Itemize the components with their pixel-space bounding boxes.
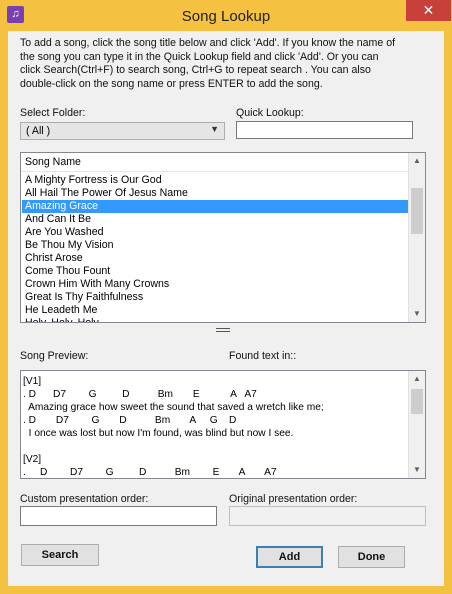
scroll-down-arrow-icon[interactable]: ▼	[409, 306, 425, 322]
title-bar[interactable]: ♫ Song Lookup ✕	[0, 0, 452, 31]
song-list-item[interactable]: He Leadeth Me	[22, 304, 408, 317]
quick-lookup-label: Quick Lookup:	[236, 107, 304, 119]
instructions-text: To add a song, click the song title belo…	[20, 37, 396, 90]
add-button[interactable]: Add	[256, 546, 323, 568]
song-list-item[interactable]: Great Is Thy Faithfulness	[22, 291, 408, 304]
close-button[interactable]: ✕	[406, 0, 451, 21]
preview-scrollbar[interactable]: ▲ ▼	[408, 371, 425, 478]
found-text-label: Found text in::	[229, 350, 297, 362]
song-list-item[interactable]: Holy, Holy, Holy	[22, 317, 408, 322]
scroll-up-arrow-icon[interactable]: ▲	[409, 153, 425, 169]
select-folder-label: Select Folder:	[20, 107, 86, 119]
original-order-label: Original presentation order:	[229, 493, 358, 505]
song-list[interactable]: Song Name A Mighty Fortress is Our God Al…	[20, 152, 426, 323]
song-list-item[interactable]: Amazing Grace	[22, 200, 408, 213]
column-header-song-name: Song Name	[25, 156, 81, 168]
scrollbar-thumb[interactable]	[411, 188, 423, 234]
scroll-up-arrow-icon[interactable]: ▲	[409, 371, 425, 387]
song-lookup-window: ♫ Song Lookup ✕ To add a song, click the…	[0, 0, 452, 594]
song-list-item[interactable]: Be Thou My Vision	[22, 239, 408, 252]
custom-order-label: Custom presentation order:	[20, 493, 149, 505]
song-preview-box[interactable]: [V1] . D D7 G D Bm E A A7 Amazing grace …	[20, 370, 426, 479]
chevron-down-icon: ▼	[210, 124, 219, 134]
song-preview-label: Song Preview:	[20, 350, 89, 362]
scrollbar-thumb[interactable]	[411, 389, 423, 414]
folder-dropdown-value: ( All )	[26, 125, 51, 137]
scroll-down-arrow-icon[interactable]: ▼	[409, 462, 425, 478]
window-title: Song Lookup	[181, 8, 271, 25]
quick-lookup-input[interactable]	[236, 121, 413, 139]
custom-order-input[interactable]	[20, 506, 217, 526]
song-list-item[interactable]: Come Thou Fount	[22, 265, 408, 278]
original-order-field	[229, 506, 426, 526]
done-button[interactable]: Done	[338, 546, 405, 568]
song-list-item[interactable]: A Mighty Fortress is Our God	[22, 174, 408, 187]
song-list-item[interactable]: And Can It Be	[22, 213, 408, 226]
song-list-item[interactable]: Crown Him With Many Crowns	[22, 278, 408, 291]
song-preview-text: [V1] . D D7 G D Bm E A A7 Amazing grace …	[23, 376, 324, 478]
song-list-item[interactable]: All Hail The Power Of Jesus Name	[22, 187, 408, 200]
song-list-item[interactable]: Christ Arose	[22, 252, 408, 265]
song-list-header[interactable]: Song Name	[21, 153, 409, 172]
song-list-item[interactable]: Are You Washed	[22, 226, 408, 239]
search-button[interactable]: Search	[21, 544, 99, 566]
folder-dropdown[interactable]: ( All ) ▼	[20, 122, 225, 140]
song-list-scrollbar[interactable]: ▲ ▼	[408, 153, 425, 322]
splitter-handle[interactable]	[216, 328, 230, 334]
